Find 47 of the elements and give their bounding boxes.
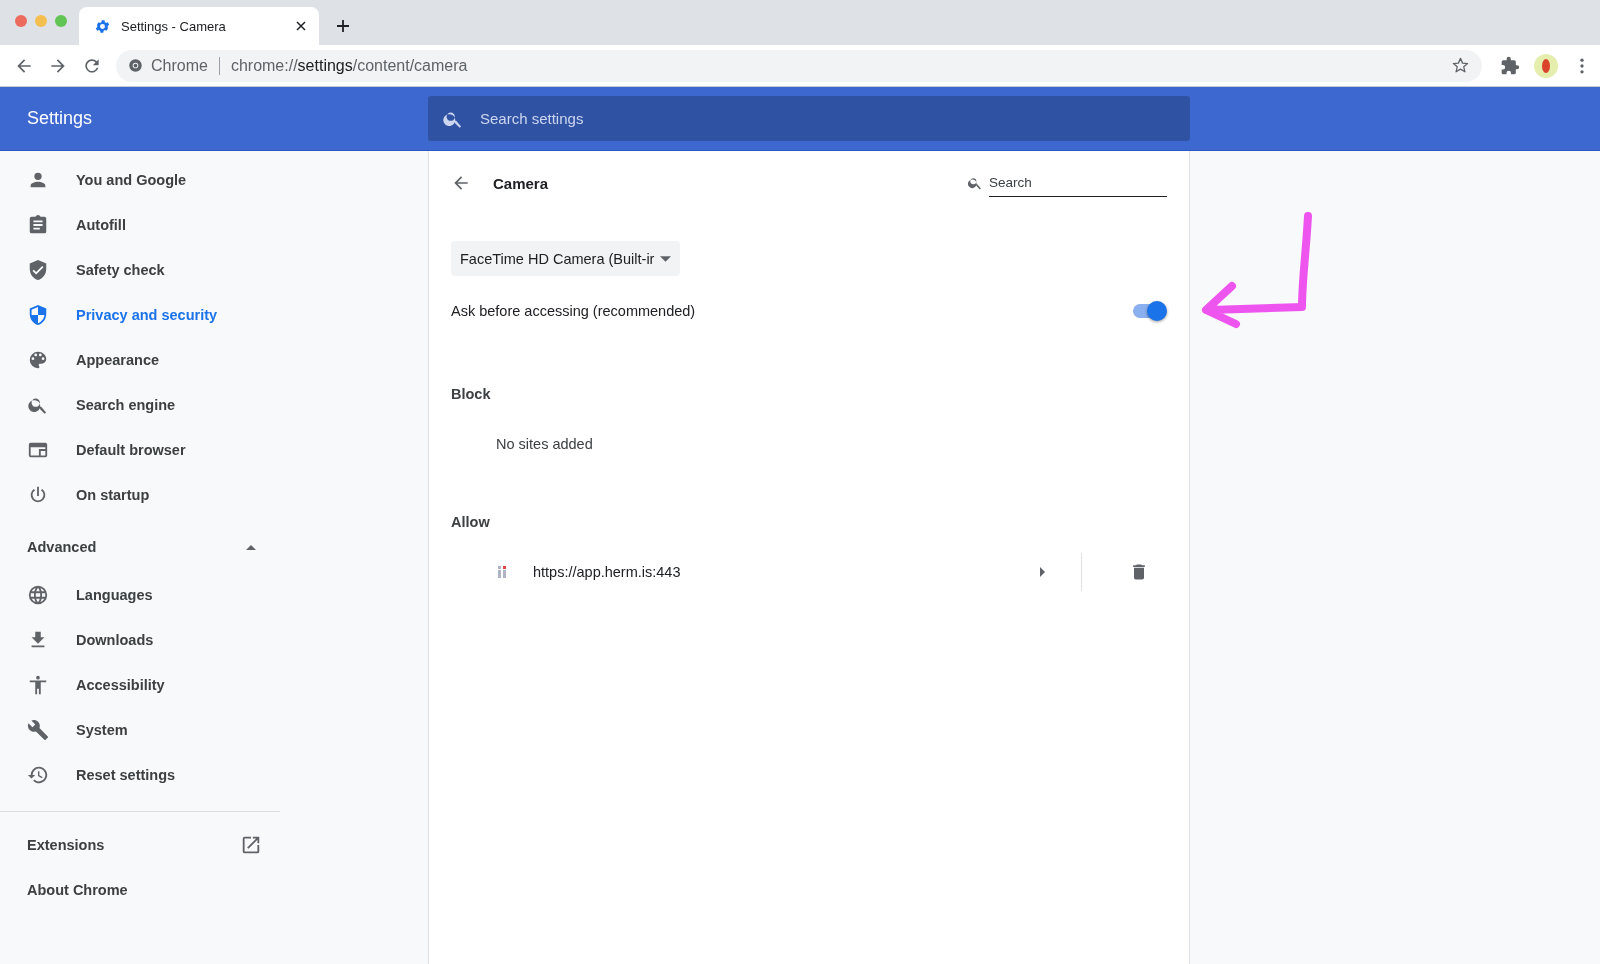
sidebar-item[interactable]: Autofill [0,202,280,247]
search-settings-field[interactable]: Search settings [428,96,1190,141]
section-title: Block [451,385,492,404]
site-url[interactable]: https://app.herm.is:443 [533,564,1040,580]
sidebar-link[interactable]: About Chrome [0,867,280,912]
site-favicon-icon [497,566,507,578]
wrench-icon [27,718,49,741]
sidebar-link[interactable]: Extensions [0,822,280,867]
sidebar-item[interactable]: System [0,707,280,752]
caret-icon [246,544,256,550]
sidebar-item[interactable]: On startup [0,472,280,517]
camera-dropdown[interactable]: FaceTime HD Camera (Built-ir [451,241,681,276]
puzzle-icon[interactable] [1500,55,1520,76]
page-title: Camera [493,174,550,192]
globe-icon [27,583,49,606]
sidebar-item[interactable]: Languages [0,572,280,617]
toggle-switch[interactable] [1131,301,1167,321]
search-icon [967,175,983,191]
accessibility-icon [27,673,49,696]
expand-arrow-icon[interactable] [1040,567,1045,577]
advanced-toggle[interactable]: Advanced [0,522,280,572]
avatar-icon[interactable] [1534,53,1558,78]
close-icon[interactable] [295,20,307,32]
sidebar-item[interactable]: Downloads [0,617,280,662]
address-bar[interactable]: Chrome chrome://settings/content/camera [116,49,1482,82]
empty-message: No sites added [495,435,594,454]
gear-icon [94,17,111,35]
sidebar-item[interactable]: You and Google [0,157,280,202]
dropdown-arrow-icon [660,255,672,262]
section-title: Allow [451,513,491,532]
shield-check-icon [27,258,49,281]
shield-half-icon [27,303,49,326]
sidebar-item[interactable]: Safety check [0,247,280,292]
sidebar-item[interactable]: Search engine [0,382,280,427]
setting-label: Ask before accessing (recommended) [451,303,696,319]
clipboard-icon [27,213,49,236]
sidebar-item[interactable]: Default browser [0,427,280,472]
star-icon[interactable] [1451,56,1470,75]
origin-label: Chrome [151,56,208,75]
url-text: chrome://settings/content/camera [230,56,468,74]
sidebar-item[interactable]: Appearance [0,337,280,382]
browser-tab[interactable]: Settings - Camera [79,7,319,45]
sidebar-item[interactable]: Reset settings [0,752,280,797]
sidebar-item[interactable]: Privacy and security [0,292,280,337]
sidebar-item[interactable]: Accessibility [0,662,280,707]
settings-title: Settings [26,108,94,129]
new-tab-icon[interactable] [336,19,350,33]
